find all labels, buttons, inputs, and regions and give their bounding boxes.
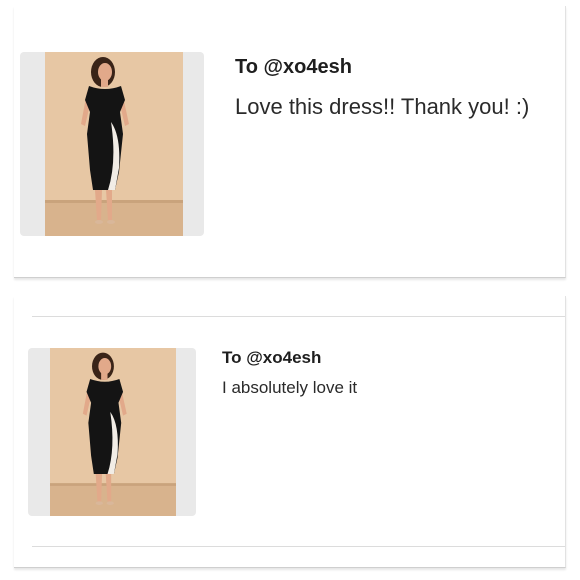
review-message: I absolutely love it [222, 378, 358, 397]
dress-photo-image [50, 348, 176, 516]
product-thumbnail[interactable] [28, 348, 196, 516]
product-thumbnail[interactable] [20, 52, 204, 236]
dress-photo-image [45, 52, 183, 236]
divider [32, 546, 565, 547]
review-recipient[interactable]: To @xo4esh [235, 56, 352, 79]
review-message: Love this dress!! Thank you! :) [235, 94, 530, 119]
review-card: To @xo4esh I absolutely love it [14, 296, 566, 568]
review-card: To @xo4esh Love this dress!! Thank you! … [14, 6, 566, 278]
review-recipient[interactable]: To @xo4esh [222, 348, 321, 368]
divider [32, 316, 565, 317]
